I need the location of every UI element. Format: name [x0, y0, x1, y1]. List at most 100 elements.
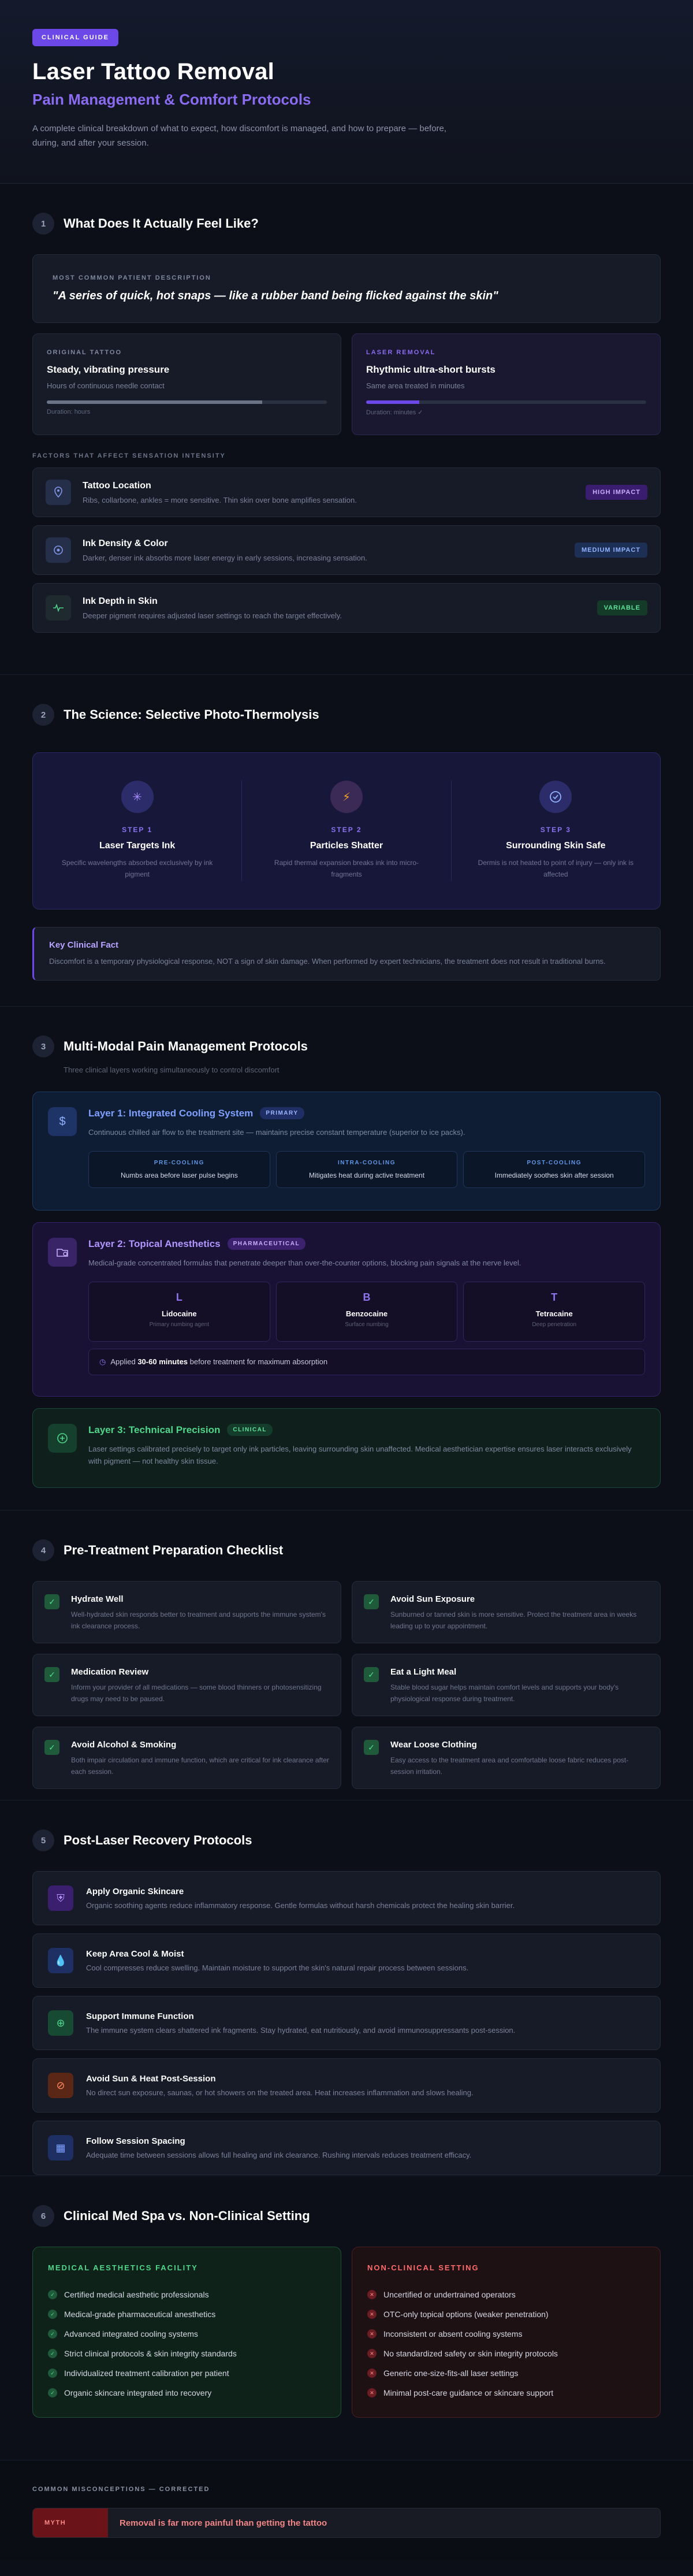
check-icon: ✓	[364, 1740, 379, 1755]
science-step: ⚡ STEP 2 Particles Shatter Rapid thermal…	[242, 781, 452, 881]
checklist-title: Avoid Sun Exposure	[390, 1594, 475, 1604]
factor-row: Tattoo Location Ribs, collarbone, ankles …	[32, 467, 661, 517]
anesthetic-name: Tetracaine	[535, 1309, 573, 1318]
comparison-text: Inconsistent or absent cooling systems	[383, 2329, 523, 2339]
medical-facility-card: MEDICAL AESTHETICS FACILITY ✓ Certified m…	[32, 2247, 341, 2418]
card-label: ORIGINAL TATTOO	[47, 349, 122, 356]
check-icon: ✓	[48, 2310, 57, 2319]
step-label: STEP 3	[540, 826, 571, 834]
recovery-title: Follow Session Spacing	[86, 2136, 185, 2146]
comparison-title: NON-CLINICAL SETTING	[367, 2263, 479, 2272]
droplet-icon: 💧	[48, 1948, 73, 1973]
comparison-text: Generic one-size-fits-all laser settings	[383, 2369, 519, 2378]
card-desc: Same area treated in minutes	[366, 381, 465, 390]
x-icon: ✕	[367, 2349, 377, 2358]
timing-value: 30-60 minutes	[137, 1357, 188, 1366]
duration-bar-fill	[47, 400, 263, 404]
clinical-guide-badge: CLINICAL GUIDE	[32, 29, 119, 46]
hero: CLINICAL GUIDE Laser Tattoo Removal Pain…	[0, 0, 693, 184]
check-icon: ✓	[364, 1667, 379, 1682]
anesthetic-card: T Tetracaine Deep penetration	[463, 1282, 646, 1342]
duration-bar	[366, 400, 646, 404]
comparison-text: Uncertified or undertrained operators	[383, 2290, 516, 2299]
plus-circle-icon: ⊕	[48, 2010, 73, 2036]
comparison-item: ✕ OTC-only topical options (weaker penetr…	[367, 2304, 645, 2324]
check-icon: ✓	[48, 2349, 57, 2358]
checklist-item: ✓ Hydrate Well Well-hydrated skin responds…	[32, 1581, 341, 1643]
factor-desc: Ribs, collarbone, ankles = more sensitiv…	[83, 495, 357, 504]
anesthetic-card: B Benzocaine Surface numbing	[275, 1282, 458, 1342]
factor-desc: Deeper pigment requires adjusted laser s…	[83, 611, 342, 620]
impact-badge: VARIABLE	[597, 600, 647, 615]
checklist-title: Avoid Alcohol & Smoking	[71, 1740, 177, 1750]
impact-badge: MEDIUM IMPACT	[574, 543, 647, 558]
section-science: 2 The Science: Selective Photo-Thermolysi…	[0, 675, 693, 1007]
anesthetic-letter: B	[363, 1291, 371, 1303]
section-preparation: 4 Pre-Treatment Preparation Checklist ✓ Hy…	[0, 1510, 693, 1801]
checklist-title: Wear Loose Clothing	[390, 1740, 477, 1750]
layer-desc: Medical-grade concentrated formulas that…	[88, 1259, 521, 1267]
science-step: ✳ STEP 1 Laser Targets Ink Specific wave…	[33, 781, 243, 881]
anesthetic-letter: T	[551, 1291, 558, 1303]
location-pin-icon	[46, 480, 71, 505]
x-icon: ✕	[367, 2388, 377, 2397]
checklist-item: ✓ Avoid Alcohol & Smoking Both impair circ…	[32, 1727, 341, 1789]
factors-heading: FACTORS THAT AFFECT SENSATION INTENSITY	[32, 452, 226, 459]
recovery-title: Keep Area Cool & Moist	[86, 1949, 184, 1959]
layer-precision: Layer 3: Technical Precision CLINICAL Las…	[32, 1408, 661, 1488]
myth-text: Removal is far more painful than getting…	[120, 2518, 327, 2528]
checklist-item: ✓ Avoid Sun Exposure Sunburned or tanned s…	[352, 1581, 661, 1643]
recovery-item: ▦ Follow Session Spacing Adequate time bet…	[32, 2121, 661, 2175]
laser-removal-card: LASER REMOVAL Rhythmic ultra-short burst…	[352, 333, 661, 435]
step-desc: Dermis is not heated to point of injury …	[478, 859, 634, 878]
comparison-item: ✓ Certified medical aesthetic professiona…	[48, 2285, 326, 2304]
layer-desc: Laser settings calibrated precisely to t…	[88, 1445, 632, 1465]
checklist-title: Eat a Light Meal	[390, 1667, 457, 1677]
step-title: Laser Targets Ink	[99, 841, 176, 851]
duration-bar-fill	[366, 400, 420, 404]
timing-pre: Applied	[110, 1357, 138, 1366]
recovery-desc: Cool compresses reduce swelling. Maintai…	[86, 1963, 469, 1972]
check-icon: ✓	[44, 1740, 59, 1755]
check-icon: ✓	[44, 1667, 59, 1682]
checklist-item: ✓ Medication Review Inform your provider o…	[32, 1654, 341, 1716]
recovery-item: 💧 Keep Area Cool & Moist Cool compresses r…	[32, 1933, 661, 1988]
comparison-item: ✓ Strict clinical protocols & skin integr…	[48, 2344, 326, 2363]
section-title: Multi-Modal Pain Management Protocols	[64, 1039, 308, 1053]
x-icon: ✕	[367, 2369, 377, 2378]
comparison-text: Advanced integrated cooling systems	[64, 2329, 198, 2339]
target-icon	[46, 537, 71, 563]
card-title: Rhythmic ultra-short bursts	[366, 364, 495, 375]
page: CLINICAL GUIDE Laser Tattoo Removal Pain…	[0, 0, 693, 2560]
checklist-desc: Stable blood sugar helps maintain comfor…	[390, 1683, 619, 1703]
checklist-title: Medication Review	[71, 1667, 149, 1677]
check-icon: ✓	[48, 2329, 57, 2339]
checklist-item: ✓ Wear Loose Clothing Easy access to the t…	[352, 1727, 661, 1789]
checklist-desc: Well-hydrated skin responds better to tr…	[71, 1610, 326, 1630]
comparison-item: ✕ Inconsistent or absent cooling systems	[367, 2324, 645, 2344]
checklist-desc: Both impair circulation and immune funct…	[71, 1756, 329, 1776]
duration-bar	[47, 400, 327, 404]
original-tattoo-card: ORIGINAL TATTOO Steady, vibrating pressu…	[32, 333, 341, 435]
comparison-item: ✓ Medical-grade pharmaceutical anesthetic…	[48, 2304, 326, 2324]
section-pain-management: 3 Multi-Modal Pain Management Protocols T…	[0, 1007, 693, 1510]
recovery-desc: No direct sun exposure, saunas, or hot s…	[86, 2088, 474, 2097]
comparison-text: Minimal post-care guidance or skincare s…	[383, 2388, 554, 2397]
cooling-stage: INTRA-COOLING Mitigates heat during activ…	[275, 1151, 458, 1188]
calendar-icon: ▦	[48, 2135, 73, 2161]
plus-circle-icon	[48, 1424, 77, 1453]
lightning-icon: ⚡	[330, 781, 363, 813]
section-myths: COMMON MISCONCEPTIONS — CORRECTED MYTH R…	[0, 2460, 693, 2560]
step-desc: Specific wavelengths absorbed exclusivel…	[61, 859, 213, 878]
recovery-title: Support Immune Function	[86, 2011, 194, 2021]
layer-tag: PHARMACEUTICAL	[227, 1238, 306, 1250]
anesthetic-card: L Lidocaine Primary numbing agent	[88, 1282, 270, 1342]
patient-quote-card: MOST COMMON PATIENT DESCRIPTION "A serie…	[32, 254, 661, 323]
recovery-desc: Adequate time between sessions allows fu…	[86, 2151, 472, 2159]
anesthetic-caption: Surface numbing	[345, 1322, 389, 1328]
check-icon: ✓	[48, 2290, 57, 2299]
checklist-title: Hydrate Well	[71, 1594, 124, 1604]
comparison-text: Organic skincare integrated into recover…	[64, 2388, 212, 2397]
stage-desc: Numbs area before laser pulse begins	[120, 1171, 238, 1179]
check-circle-icon	[539, 781, 572, 813]
